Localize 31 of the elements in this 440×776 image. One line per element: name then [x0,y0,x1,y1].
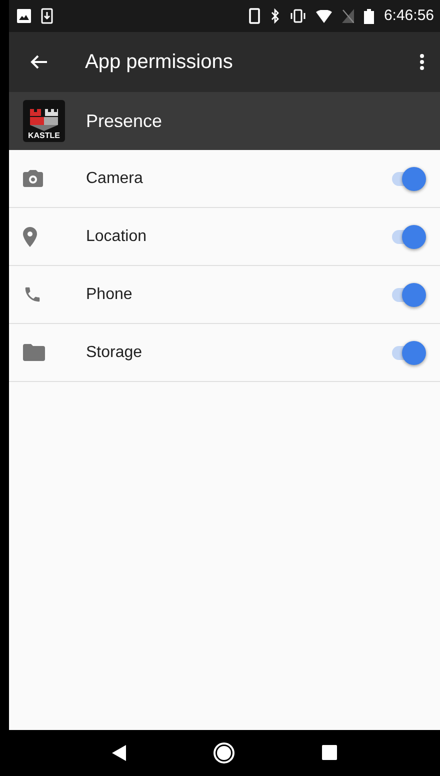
toggle-switch[interactable] [390,168,426,188]
vibrate-icon [290,9,306,23]
permission-label: Storage [86,342,142,362]
permission-label: Camera [86,168,143,188]
download-icon [41,8,53,24]
folder-icon [23,344,45,361]
back-arrow-icon [30,54,48,70]
permission-row[interactable]: Location [9,208,440,266]
home-nav-button[interactable] [212,741,235,765]
toggle-switch[interactable] [390,342,426,362]
camera-icon [23,170,43,187]
status-time: 6:46:56 [384,6,434,26]
permission-label: Location [86,226,146,246]
app-icon: KASTLE [23,100,65,142]
no-sim-icon [342,9,354,23]
toggle-switch[interactable] [390,226,426,246]
bluetooth-icon [270,8,280,24]
phone-icon [248,8,260,24]
permission-label: Phone [86,284,132,304]
phone-handset-icon [23,285,42,304]
location-pin-icon [23,226,37,246]
more-vertical-icon [420,54,424,70]
image-icon [17,9,31,23]
toggle-switch[interactable] [390,284,426,304]
battery-icon [364,8,374,24]
toolbar-title: App permissions [85,50,234,75]
wifi-icon [316,10,332,22]
permission-row[interactable]: Camera [9,150,440,208]
app-name: Presence [86,110,162,132]
permission-row[interactable]: Phone [9,266,440,324]
permission-row[interactable]: Storage [9,324,440,382]
